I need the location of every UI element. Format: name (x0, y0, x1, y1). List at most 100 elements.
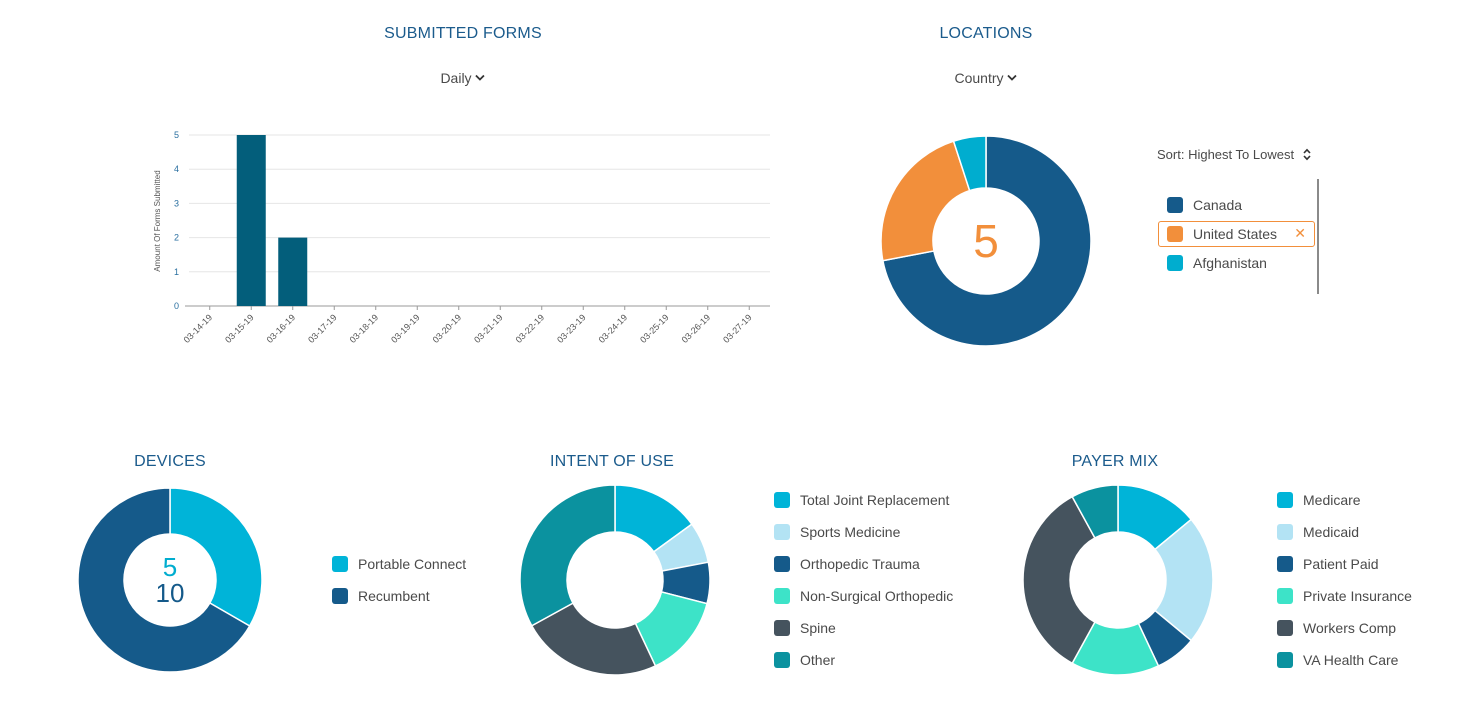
legend-item-medicaid[interactable]: Medicaid (1277, 516, 1412, 548)
intent-of-use-title: INTENT OF USE (549, 453, 675, 470)
legend-label: VA Health Care (1303, 652, 1399, 668)
legend-swatch (1277, 620, 1293, 636)
legend-label: United States (1193, 226, 1278, 242)
x-tick-label: 03-21-19 (472, 312, 505, 345)
donut-slice-united-states[interactable] (880, 140, 971, 262)
devices-count-primary: 5 (162, 552, 178, 582)
legend-swatch (1277, 588, 1293, 604)
y-tick-label: 2 (174, 233, 179, 243)
bar[interactable] (236, 135, 266, 306)
payer-mix-legend: Medicare Medicaid Patient Paid Private I… (1277, 484, 1412, 676)
payer-mix-title: PAYER MIX (1071, 453, 1159, 470)
legend-swatch (774, 652, 790, 668)
legend-item-recumbent[interactable]: Recumbent (332, 580, 466, 612)
legend-swatch (332, 588, 348, 604)
donut-slice-total-joint-replacement[interactable] (614, 484, 693, 553)
legend-scrollbar[interactable] (1317, 179, 1319, 294)
remove-filter-icon[interactable]: ✕ (1294, 225, 1306, 242)
devices-count-total: 10 (155, 578, 185, 608)
legend-label: Canada (1193, 197, 1243, 213)
legend-label: Medicaid (1303, 524, 1360, 540)
legend-item-other[interactable]: Other (774, 644, 953, 676)
legend-item-workers-comp[interactable]: Workers Comp (1277, 612, 1412, 644)
legend-item-non-surgical-orthopedic[interactable]: Non-Surgical Orthopedic (774, 580, 953, 612)
legend-swatch (774, 492, 790, 508)
legend-item-orthopedic-trauma[interactable]: Orthopedic Trauma (774, 548, 953, 580)
donut-slice-sports-medicine[interactable] (652, 523, 710, 572)
donut-slice-patient-paid[interactable] (1137, 609, 1193, 667)
x-tick-label: 03-27-19 (721, 312, 754, 345)
locations-title: LOCATIONS (939, 25, 1033, 42)
legend-item-medicare[interactable]: Medicare (1277, 484, 1412, 516)
sort-updown-icon (1303, 148, 1311, 161)
legend-label: Private Insurance (1303, 588, 1412, 604)
donut-slice-private-insurance[interactable] (1071, 621, 1160, 676)
chevron-down-icon (1007, 74, 1017, 81)
legend-item-total-joint-replacement[interactable]: Total Joint Replacement (774, 484, 953, 516)
legend-item-afghanistan[interactable]: Afghanistan (1167, 247, 1315, 279)
y-tick-label: 5 (174, 130, 179, 140)
donut-slice-medicaid[interactable] (1153, 518, 1214, 642)
legend-swatch (774, 620, 790, 636)
x-tick-label: 03-26-19 (680, 312, 713, 345)
x-tick-label: 03-23-19 (555, 312, 588, 345)
legend-item-va-health-care[interactable]: VA Health Care (1277, 644, 1412, 676)
x-tick-label: 03-22-19 (514, 312, 547, 345)
intent-of-use-legend: Total Joint Replacement Sports Medicine … (774, 484, 953, 676)
donut-slice-other[interactable] (519, 484, 616, 627)
legend-label: Recumbent (358, 588, 430, 604)
legend-item-portable-connect[interactable]: Portable Connect (332, 548, 466, 580)
x-tick-label: 03-16-19 (265, 312, 298, 345)
donut-slice-spine[interactable] (530, 602, 657, 676)
group-dropdown-label: Country (954, 70, 1004, 86)
legend-swatch (1277, 652, 1293, 668)
locations-group-dropdown[interactable]: Country (954, 70, 1017, 86)
legend-swatch (332, 556, 348, 572)
donut-slice-workers-comp[interactable] (1022, 495, 1096, 665)
x-tick-label: 03-24-19 (597, 312, 630, 345)
legend-label: Spine (800, 620, 836, 636)
legend-label: Afghanistan (1193, 255, 1267, 271)
legend-item-spine[interactable]: Spine (774, 612, 953, 644)
y-tick-label: 0 (174, 301, 179, 311)
locations-legend: Canada United States ✕ Afghanistan (1158, 189, 1315, 279)
submitted-forms-bar-chart: 0 1 2 3 4 5 03-14-19 03-15-19 03-16-19 03-17-19 03… (153, 130, 770, 345)
legend-item-private-insurance[interactable]: Private Insurance (1277, 580, 1412, 612)
legend-item-patient-paid[interactable]: Patient Paid (1277, 548, 1412, 580)
x-tick-label: 03-20-19 (431, 312, 464, 345)
legend-swatch (1277, 524, 1293, 540)
legend-label: Total Joint Replacement (800, 492, 950, 508)
legend-item-canada[interactable]: Canada (1167, 189, 1315, 221)
donut-slice-non-surgical-orthopedic[interactable] (634, 591, 708, 667)
x-tick-label: 03-14-19 (182, 312, 215, 345)
donut-slice-va-health-care[interactable] (1071, 484, 1119, 539)
legend-item-sports-medicine[interactable]: Sports Medicine (774, 516, 953, 548)
legend-label: Sports Medicine (800, 524, 901, 540)
donut-slice-afghanistan[interactable] (952, 135, 987, 192)
y-tick-label: 1 (174, 267, 179, 277)
x-tick-label: 03-17-19 (306, 312, 339, 345)
locations-total-value: 5 (973, 215, 999, 267)
devices-center-values: 5 10 (156, 554, 185, 606)
y-tick-label: 4 (174, 164, 179, 174)
devices-legend: Portable Connect Recumbent (332, 548, 466, 612)
legend-swatch (1167, 226, 1183, 242)
donut-slice-orthopedic-trauma[interactable] (660, 561, 711, 605)
bar[interactable] (278, 237, 308, 306)
donut-slice-medicare[interactable] (1117, 484, 1193, 551)
legend-label: Orthopedic Trauma (800, 556, 920, 572)
legend-swatch (774, 524, 790, 540)
locations-sort-control[interactable]: Sort: Highest To Lowest (1157, 147, 1311, 162)
legend-label: Portable Connect (358, 556, 467, 572)
legend-label: Patient Paid (1303, 556, 1379, 572)
legend-item-united-states[interactable]: United States ✕ (1158, 221, 1315, 247)
legend-swatch (774, 588, 790, 604)
sort-label: Sort: Highest To Lowest (1157, 147, 1295, 162)
legend-swatch (1277, 492, 1293, 508)
devices-title: DEVICES (134, 453, 206, 470)
legend-label: Non-Surgical Orthopedic (800, 588, 954, 604)
x-tick-label: 03-25-19 (638, 312, 671, 345)
y-tick-label: 3 (174, 198, 179, 208)
x-tick-label: 03-19-19 (389, 312, 422, 345)
legend-swatch (1277, 556, 1293, 572)
